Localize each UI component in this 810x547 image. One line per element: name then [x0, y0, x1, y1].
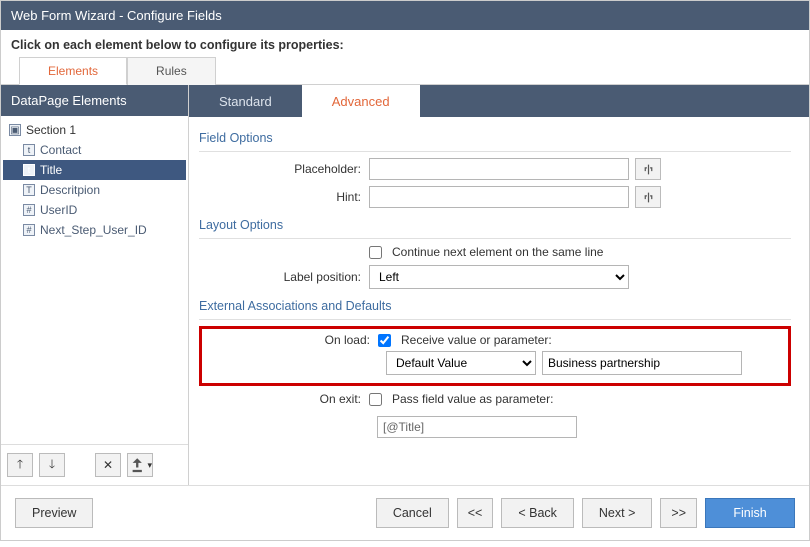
- preview-button[interactable]: Preview: [15, 498, 93, 528]
- wizard-window: Web Form Wizard - Configure Fields Click…: [0, 0, 810, 541]
- insert-icon: [128, 456, 146, 474]
- section-external: External Associations and Defaults: [199, 295, 791, 320]
- chevron-down-icon: ▾: [147, 460, 152, 471]
- hint-label: Hint:: [199, 190, 369, 204]
- section-field-options: Field Options: [199, 127, 791, 152]
- hint-picker-button[interactable]: [635, 186, 661, 208]
- footer: Preview Cancel << < Back Next > >> Finis…: [1, 485, 809, 540]
- first-button[interactable]: <<: [457, 498, 494, 528]
- pass-label: Pass field value as parameter:: [392, 392, 553, 406]
- tab-rules[interactable]: Rules: [127, 57, 216, 85]
- param-picker-icon: [642, 163, 655, 176]
- receive-label: Receive value or parameter:: [401, 333, 552, 347]
- tree-item-contact[interactable]: t Contact: [3, 140, 186, 160]
- subtab-standard[interactable]: Standard: [189, 85, 302, 117]
- receive-checkbox[interactable]: [378, 334, 391, 347]
- collapse-icon: ▣: [9, 124, 21, 136]
- placeholder-input[interactable]: [369, 158, 629, 180]
- tree-item-label: Title: [40, 163, 62, 177]
- label-position-label: Label position:: [199, 270, 369, 284]
- tree-item-userid[interactable]: # UserID: [3, 200, 186, 220]
- text-field-icon: t: [23, 144, 35, 156]
- tree-item-label: Next_Step_User_ID: [40, 223, 147, 237]
- delete-button[interactable]: ✕: [95, 453, 121, 477]
- default-value-input[interactable]: [542, 351, 742, 375]
- section-layout-options: Layout Options: [199, 214, 791, 239]
- element-tree: ▣ Section 1 t Contact t Title T Descritp…: [1, 116, 188, 444]
- sidebar: DataPage Elements ▣ Section 1 t Contact …: [1, 85, 189, 485]
- back-button[interactable]: < Back: [501, 498, 574, 528]
- continue-checkbox[interactable]: [369, 246, 382, 259]
- hint-input[interactable]: [369, 186, 629, 208]
- main-panel: Standard Advanced Field Options Placehol…: [189, 85, 809, 485]
- tree-item-label: Descritpion: [40, 183, 100, 197]
- label-position-select[interactable]: Left: [369, 265, 629, 289]
- tree-item-title[interactable]: t Title: [3, 160, 186, 180]
- placeholder-label: Placeholder:: [199, 162, 369, 176]
- form-area: Field Options Placeholder: Hint:: [189, 117, 809, 485]
- source-type-select[interactable]: Default Value: [386, 351, 536, 375]
- instruction-text: Click on each element below to configure…: [1, 30, 809, 56]
- on-exit-label: On exit:: [199, 392, 369, 406]
- sidebar-header: DataPage Elements: [1, 85, 188, 116]
- number-field-icon: #: [23, 204, 35, 216]
- on-load-label: On load:: [208, 333, 378, 347]
- placeholder-picker-button[interactable]: [635, 158, 661, 180]
- tree-item-label: UserID: [40, 203, 77, 217]
- sub-tabs: Standard Advanced: [189, 85, 809, 117]
- next-button[interactable]: Next >: [582, 498, 652, 528]
- sidebar-toolbar: 🡑 🡓 ✕ ▾: [1, 444, 188, 485]
- number-field-icon: #: [23, 224, 35, 236]
- highlight-onload: On load: Receive value or parameter: Def…: [199, 326, 791, 386]
- window-title: Web Form Wizard - Configure Fields: [1, 1, 809, 30]
- tree-item-nextstep[interactable]: # Next_Step_User_ID: [3, 220, 186, 240]
- text-field-icon: t: [23, 164, 35, 176]
- move-down-button[interactable]: 🡓: [39, 453, 65, 477]
- last-button[interactable]: >>: [660, 498, 697, 528]
- tree-section-label: Section 1: [26, 123, 76, 137]
- parameter-field: [377, 416, 577, 438]
- tree-item-description[interactable]: T Descritpion: [3, 180, 186, 200]
- textarea-icon: T: [23, 184, 35, 196]
- continue-label: Continue next element on the same line: [392, 245, 603, 259]
- pass-checkbox[interactable]: [369, 393, 382, 406]
- tree-section[interactable]: ▣ Section 1: [3, 120, 186, 140]
- param-picker-icon: [642, 191, 655, 204]
- finish-button[interactable]: Finish: [705, 498, 795, 528]
- cancel-button[interactable]: Cancel: [376, 498, 449, 528]
- tab-elements[interactable]: Elements: [19, 57, 127, 85]
- insert-button[interactable]: ▾: [127, 453, 153, 477]
- move-up-button[interactable]: 🡑: [7, 453, 33, 477]
- top-tabs: Elements Rules: [1, 56, 809, 85]
- subtab-advanced[interactable]: Advanced: [302, 85, 420, 117]
- tree-item-label: Contact: [40, 143, 81, 157]
